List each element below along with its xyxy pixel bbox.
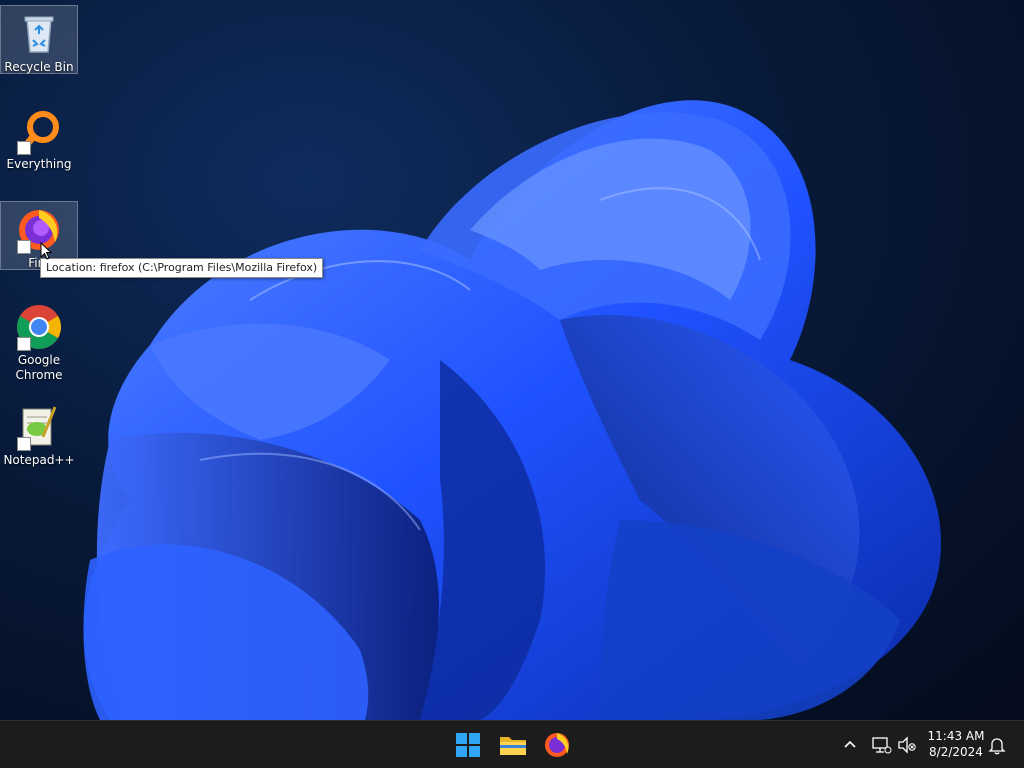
windows-logo-icon [456, 733, 480, 757]
desktop-icon-label: Everything [6, 157, 72, 171]
notepad-plus-plus-icon [15, 403, 63, 451]
file-explorer-button[interactable] [495, 727, 531, 763]
notifications-button[interactable] [985, 733, 1009, 757]
mouse-cursor-icon [40, 242, 52, 260]
magnifier-icon [15, 107, 63, 155]
desktop-icon-google-chrome[interactable]: Google Chrome [0, 299, 78, 383]
desktop-icon-label: Recycle Bin [4, 60, 74, 74]
shortcut-arrow-icon [17, 141, 31, 155]
volume-button[interactable] [895, 733, 919, 757]
clock-date: 8/2/2024 [929, 745, 983, 759]
show-hidden-icons-button[interactable] [838, 733, 862, 757]
folder-icon [500, 737, 526, 755]
firefox-icon [15, 206, 63, 254]
firefox-location-tooltip: Location: firefox (C:\Program Files\Mozi… [40, 258, 324, 278]
firefox-icon [545, 733, 569, 757]
shortcut-arrow-icon [17, 437, 31, 451]
bell-icon [988, 738, 1006, 755]
desktop-icon-everything[interactable]: Everything [0, 103, 78, 172]
shortcut-arrow-icon [17, 240, 31, 254]
firefox-taskbar-button[interactable] [539, 727, 575, 763]
start-button[interactable] [450, 727, 486, 763]
wallpaper-bloom [83, 100, 941, 720]
desktop-icon-notepad-plus-plus[interactable]: Notepad++ [0, 399, 78, 468]
taskbar: 11:43 AM 8/2/2024 [0, 720, 1024, 768]
speaker-muted-icon [898, 736, 916, 754]
chrome-icon [15, 303, 63, 351]
desktop-icon-label: Notepad++ [3, 453, 75, 467]
desktop-icon-recycle-bin[interactable]: Recycle Bin [0, 5, 78, 74]
network-button[interactable] [869, 733, 893, 757]
network-icon [872, 737, 892, 754]
shortcut-arrow-icon [17, 337, 31, 351]
desktop[interactable]: Recycle Bin Everything Fire Google Chrom… [0, 0, 1024, 720]
desktop-icon-label: Google Chrome [15, 353, 63, 382]
clock-time: 11:43 AM [927, 729, 985, 743]
chevron-up-icon [844, 740, 856, 748]
taskbar-clock[interactable]: 11:43 AM 8/2/2024 [924, 728, 988, 760]
recycle-bin-icon [15, 10, 63, 58]
